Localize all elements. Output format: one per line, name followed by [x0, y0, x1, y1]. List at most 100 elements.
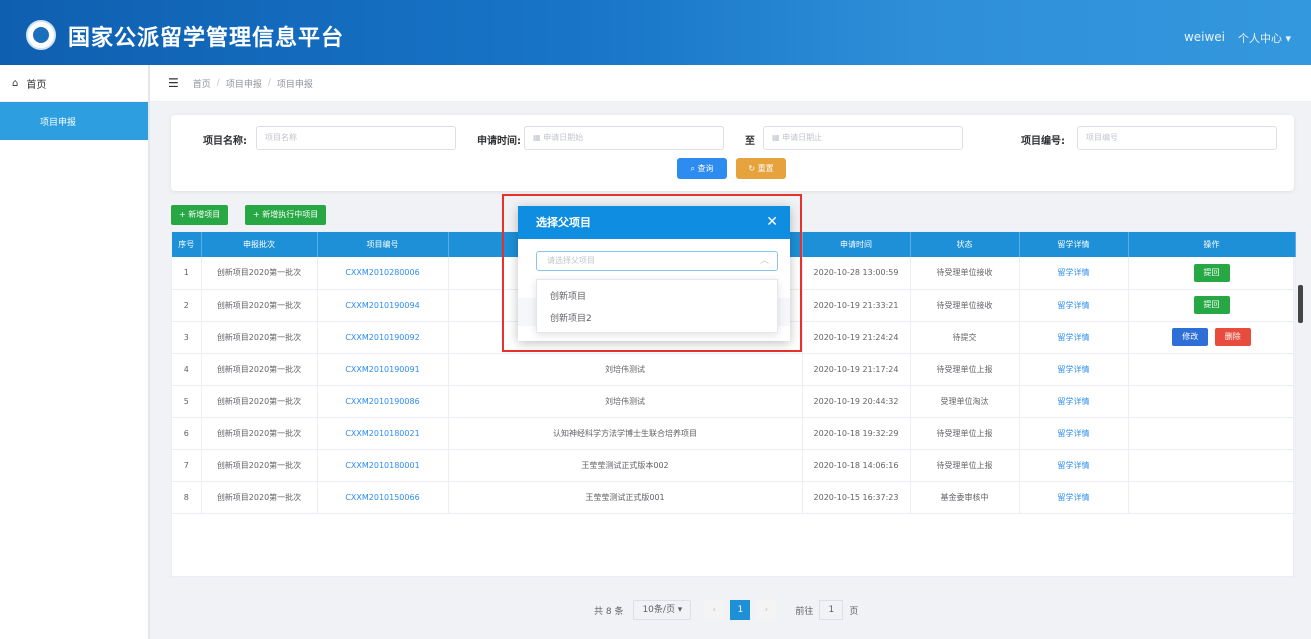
cell-batch: 创新项目2020第一批次 [201, 481, 318, 514]
query-button-label: 查询 [697, 164, 714, 173]
prev-page-button[interactable]: ‹ [704, 600, 725, 620]
breadcrumb-home[interactable]: 首页 [193, 77, 211, 90]
cell-code-link[interactable]: CXXM2010190091 [317, 353, 449, 386]
sidebar-item-project-apply[interactable]: 项目申报 [0, 102, 148, 140]
cell-ops [1128, 417, 1296, 450]
cell-name: 王莹莹测试正式版001 [448, 481, 803, 514]
project-code-input[interactable]: 项目编号 [1077, 126, 1277, 150]
next-page-button[interactable]: › [756, 600, 777, 620]
withdraw-button[interactable]: 提回 [1193, 296, 1230, 314]
add-exec-project-button[interactable]: + 新增执行中项目 [245, 205, 327, 225]
calendar-icon: ▦ [772, 133, 783, 142]
pager-total: 共 8 条 [594, 606, 624, 617]
cell-status: 待受理单位上报 [910, 449, 1020, 482]
date-range-to: 至 [745, 136, 755, 147]
col-header-index: 序号 [172, 232, 202, 257]
table-row: 4 创新项目2020第一批次 CXXM2010190091 刘培伟测试 2020… [172, 353, 1296, 386]
cell-time: 2020-10-19 21:24:24 [802, 321, 911, 354]
table-row: 7 创新项目2020第一批次 CXXM2010180001 王莹莹测试正式版本0… [172, 449, 1296, 482]
cell-detail-link[interactable]: 留学详情 [1019, 289, 1129, 322]
cell-status: 待受理单位上报 [910, 353, 1020, 386]
cell-status: 待受理单位接收 [910, 289, 1020, 322]
cell-detail-link[interactable]: 留学详情 [1019, 481, 1129, 514]
page-suffix: 页 [849, 606, 859, 617]
end-date-input[interactable]: ▦ 申请日期止 [763, 126, 963, 150]
cell-code-link[interactable]: CXXM2010190092 [317, 321, 449, 354]
delete-button[interactable]: 删除 [1214, 328, 1251, 346]
logo-emblem [33, 27, 49, 43]
cell-detail-link[interactable]: 留学详情 [1019, 321, 1129, 354]
breadcrumb-separator: / [216, 78, 220, 88]
cell-code-link[interactable]: CXXM2010180021 [317, 417, 449, 450]
page-size-select[interactable]: 10条/页 ▾ [633, 600, 692, 620]
cell-code-link[interactable]: CXXM2010180001 [317, 449, 449, 482]
cell-code-link[interactable]: CXXM2010280006 [317, 257, 449, 290]
dropdown-option[interactable]: 创新项目2 [537, 308, 777, 330]
cell-index: 8 [172, 481, 202, 514]
query-button[interactable]: ⌕ 查询 [677, 158, 727, 179]
goto-page-input[interactable]: 1 [819, 600, 844, 620]
goto-label: 前往 [795, 606, 814, 617]
cell-time: 2020-10-18 19:32:29 [802, 417, 911, 450]
app-title: 国家公派留学管理信息平台 [68, 26, 345, 51]
cell-name: 认知神经科学方法学博士生联合培养项目 [448, 417, 803, 450]
scrollbar-thumb[interactable] [1298, 285, 1303, 323]
cell-detail-link[interactable]: 留学详情 [1019, 385, 1129, 418]
cell-code-link[interactable]: CXXM2010150066 [317, 481, 449, 514]
cell-index: 3 [172, 321, 202, 354]
cell-status: 受理单位淘汰 [910, 385, 1020, 418]
search-panel: 项目名称: 项目名称 申请时间: ▦ 申请日期始 至 ▦ 申请日期止 项目编号:… [171, 115, 1294, 191]
sidebar-item-home[interactable]: ⌂ 首页 [0, 65, 148, 102]
user-name[interactable]: weiwei [1184, 30, 1225, 44]
user-center-menu[interactable]: 个人中心 ▾ [1238, 30, 1291, 46]
cell-code-link[interactable]: CXXM2010190094 [317, 289, 449, 322]
cell-index: 2 [172, 289, 202, 322]
cell-ops: 修改 删除 [1128, 321, 1296, 354]
withdraw-button[interactable]: 提回 [1193, 263, 1230, 282]
cell-time: 2020-10-18 14:06:16 [802, 449, 911, 482]
cell-time: 2020-10-28 13:00:59 [802, 257, 911, 290]
reset-button[interactable]: ↻ 重置 [736, 158, 786, 179]
breadcrumb-level2[interactable]: 项目申报 [226, 77, 262, 90]
col-header-time: 申请时间 [802, 232, 911, 257]
close-icon[interactable]: ✕ [766, 206, 778, 239]
cell-name: 王莹莹测试正式版本002 [448, 449, 803, 482]
cell-detail-link[interactable]: 留学详情 [1019, 449, 1129, 482]
breadcrumb-bar: ☰ 首页 / 项目申报 / 项目申报 [150, 65, 1311, 102]
cell-code-link[interactable]: CXXM2010190086 [317, 385, 449, 418]
cell-time: 2020-10-19 21:33:21 [802, 289, 911, 322]
cell-index: 5 [172, 385, 202, 418]
cell-ops [1128, 449, 1296, 482]
col-header-ops: 操作 [1128, 232, 1296, 257]
cell-batch: 创新项目2020第一批次 [201, 289, 318, 322]
cell-detail-link[interactable]: 留学详情 [1019, 257, 1129, 290]
cell-name: 刘培伟测试 [448, 385, 803, 418]
cell-batch: 创新项目2020第一批次 [201, 385, 318, 418]
cell-ops [1128, 385, 1296, 418]
modal-header: 选择父项目 ✕ [518, 206, 790, 239]
modal-title: 选择父项目 [536, 216, 591, 229]
cell-index: 7 [172, 449, 202, 482]
menu-fold-icon[interactable]: ☰ [168, 76, 179, 90]
apply-time-label: 申请时间: [477, 136, 521, 147]
parent-project-dropdown: 创新项目 创新项目2 [536, 279, 778, 333]
cell-batch: 创新项目2020第一批次 [201, 257, 318, 290]
start-date-placeholder: 申请日期始 [543, 133, 584, 142]
edit-button[interactable]: 修改 [1172, 328, 1209, 346]
cell-detail-link[interactable]: 留学详情 [1019, 353, 1129, 386]
breadcrumb-separator: / [267, 78, 271, 88]
add-project-button[interactable]: + 新增项目 [171, 205, 229, 225]
home-icon: ⌂ [12, 77, 19, 89]
parent-project-select[interactable]: 请选择父项目 ︿ [536, 251, 778, 271]
end-date-placeholder: 申请日期止 [782, 133, 823, 142]
table-row: 8 创新项目2020第一批次 CXXM2010150066 王莹莹测试正式版00… [172, 481, 1296, 514]
page-1-button[interactable]: 1 [730, 600, 751, 620]
dropdown-option[interactable]: 创新项目 [537, 286, 777, 308]
start-date-input[interactable]: ▦ 申请日期始 [524, 126, 724, 150]
project-name-input[interactable]: 项目名称 [256, 126, 456, 150]
cell-status: 基金委审核中 [910, 481, 1020, 514]
cell-detail-link[interactable]: 留学详情 [1019, 417, 1129, 450]
cell-ops [1128, 481, 1296, 514]
cell-status: 待受理单位上报 [910, 417, 1020, 450]
table-row: 6 创新项目2020第一批次 CXXM2010180021 认知神经科学方法学博… [172, 417, 1296, 450]
